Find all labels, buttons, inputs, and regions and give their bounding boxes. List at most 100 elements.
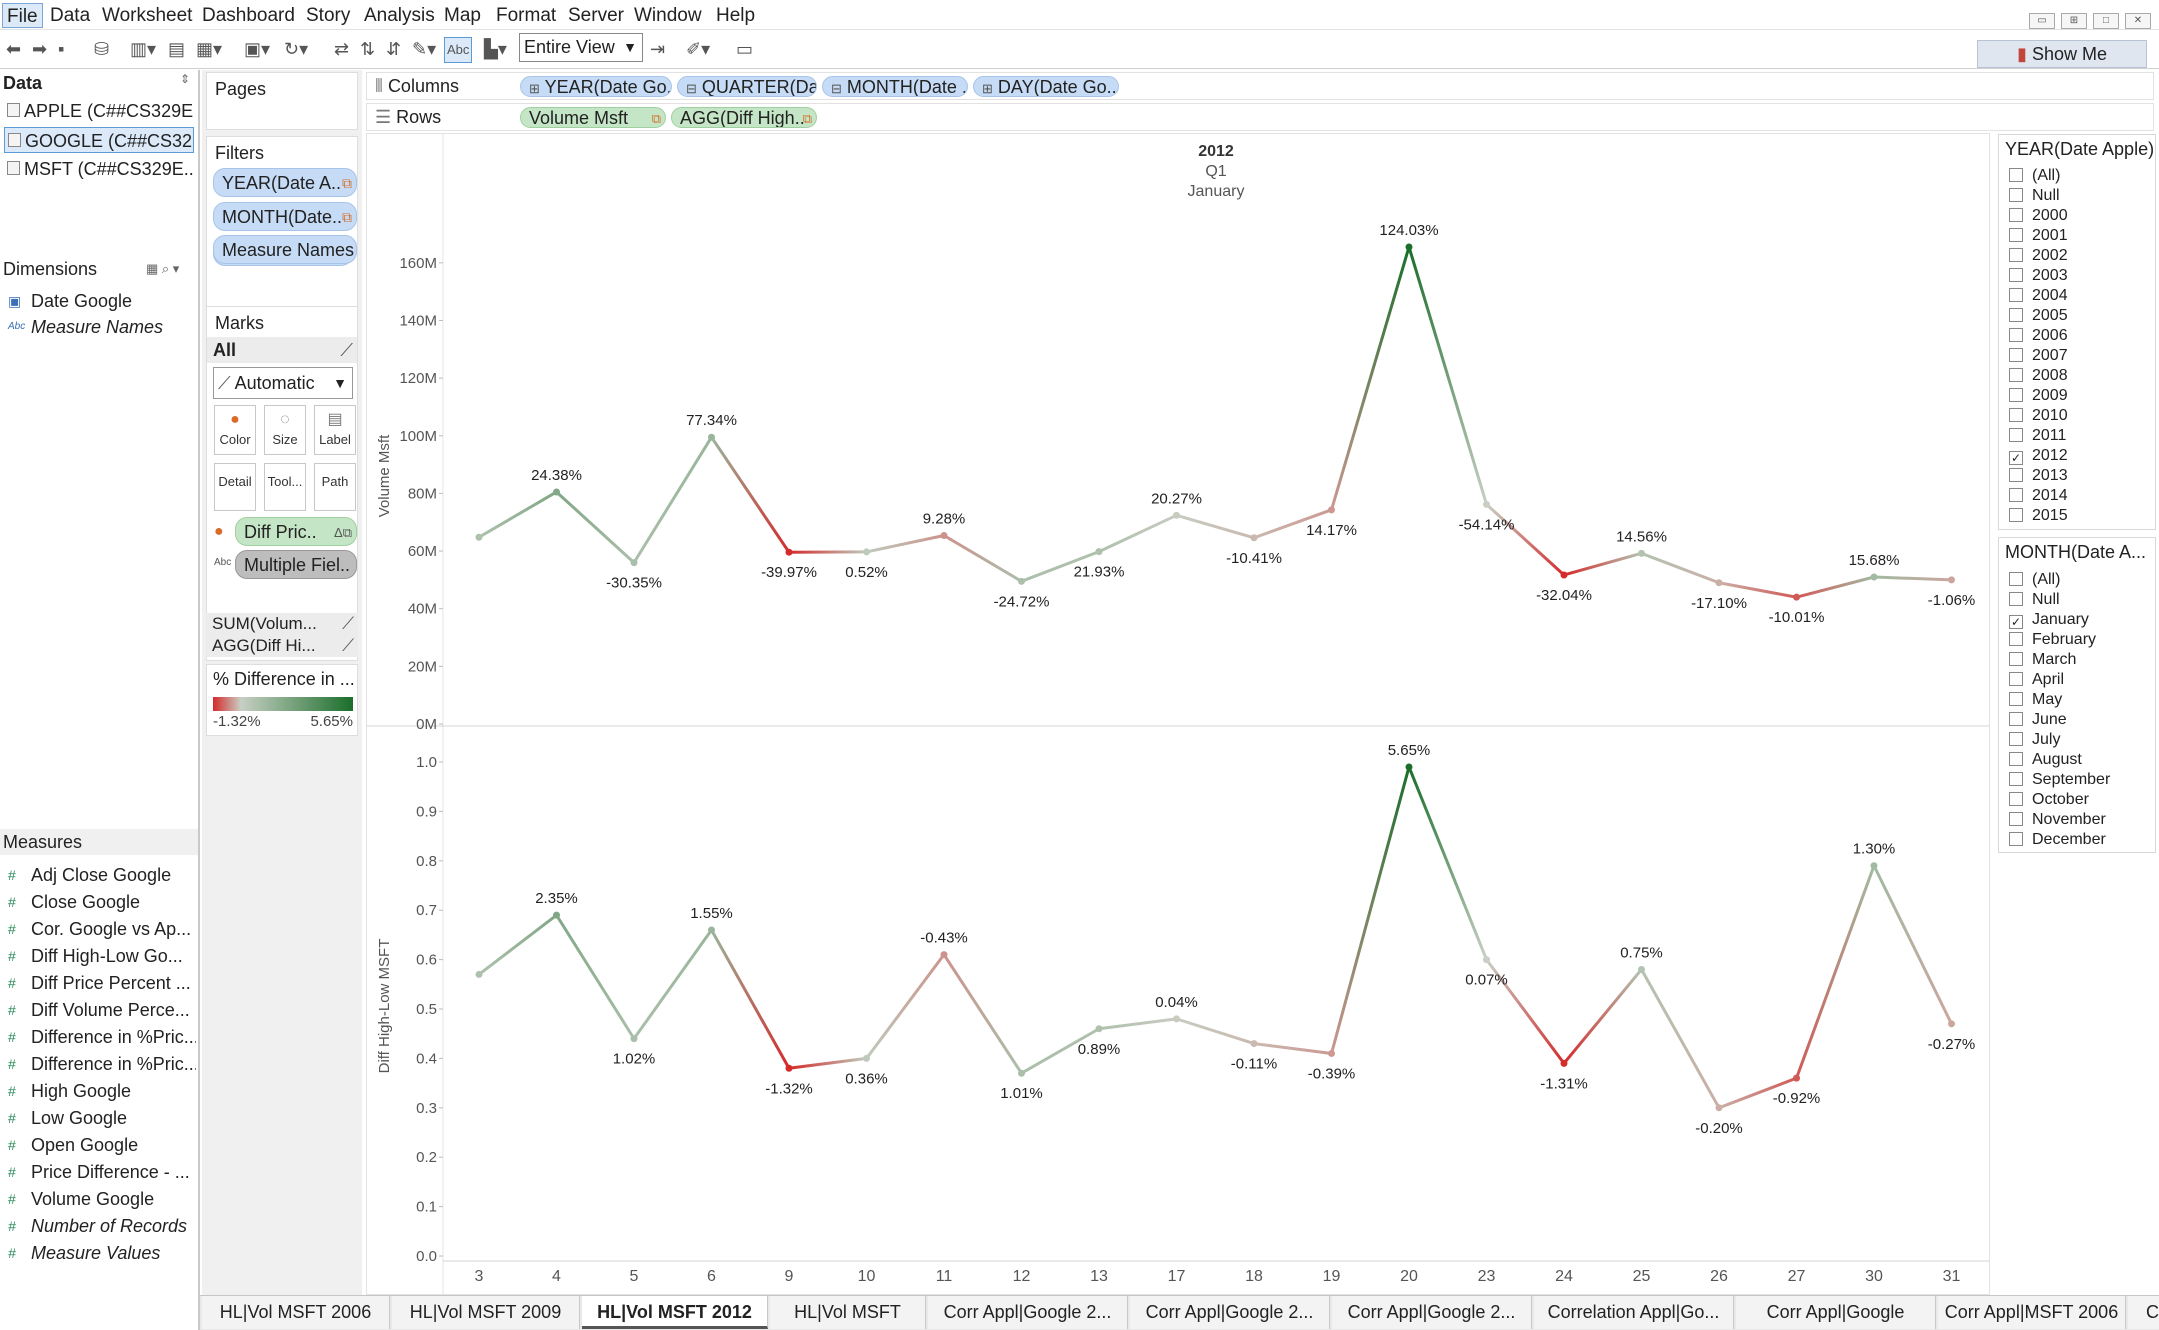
sort-asc-icon[interactable]: ⇅ [360, 37, 375, 61]
marks-tooltip-button[interactable]: Tool... [264, 463, 306, 511]
checkbox[interactable] [2009, 692, 2023, 706]
checkbox[interactable] [2009, 288, 2023, 302]
sheet-tab[interactable]: Corr Appl|Google 2... [1130, 1296, 1330, 1329]
checkbox[interactable] [2009, 732, 2023, 746]
checkbox[interactable] [2009, 308, 2023, 322]
checkbox[interactable] [2009, 488, 2023, 502]
search-icon[interactable]: ▦ ⌕ ▾ [146, 256, 179, 282]
redo-icon[interactable]: ➡ [32, 37, 47, 61]
marks-detail-button[interactable]: Detail [214, 463, 256, 511]
measure-field[interactable]: # Low Google [0, 1105, 196, 1131]
sheet-tab[interactable]: HL|Vol MSFT [770, 1296, 926, 1329]
new-sheet-icon[interactable]: ▥▾ [130, 37, 156, 61]
checkbox[interactable] [2009, 652, 2023, 666]
measure-field[interactable]: # Difference in %Pric... [0, 1024, 196, 1050]
checkbox[interactable] [2009, 208, 2023, 222]
pen-icon[interactable]: ✐▾ [686, 37, 710, 61]
checkbox[interactable] [2009, 388, 2023, 402]
menu-analysis[interactable]: Analysis [360, 3, 439, 28]
rows-shelf[interactable]: ☰ Rows Volume Msft ⧉ AGG(Diff High.. ⧉ [366, 103, 2154, 131]
datasource-apple[interactable]: APPLE (C##CS329E... [4, 98, 194, 124]
checkbox[interactable] [2009, 468, 2023, 482]
filter-option[interactable]: June [2009, 710, 2067, 730]
fix-axes-icon[interactable]: ⇥ [650, 37, 665, 61]
filter-option[interactable]: October [2009, 790, 2089, 810]
filter-option[interactable]: September [2009, 770, 2110, 790]
filter-option[interactable]: 2005 [2009, 306, 2068, 326]
checkbox[interactable] [2009, 348, 2023, 362]
clear-sheet-icon[interactable]: ▦▾ [196, 37, 222, 61]
filter-option[interactable]: February [2009, 630, 2096, 650]
checkbox[interactable] [2009, 168, 2023, 182]
dimension-measure-names[interactable]: Abc Measure Names [0, 314, 196, 340]
save-icon[interactable]: ▪ [58, 37, 64, 61]
show-me-button[interactable]: ▮ Show Me [1977, 40, 2147, 68]
duplicate-sheet-icon[interactable]: ▤ [168, 37, 185, 61]
measure-field[interactable]: # Diff Volume Perce... [0, 997, 196, 1023]
measure-field[interactable]: # Diff High-Low Go... [0, 943, 196, 969]
filter-option[interactable]: May [2009, 690, 2062, 710]
checkbox[interactable] [2009, 772, 2023, 786]
filter-option[interactable]: ✓ 2012 [2009, 446, 2068, 466]
filter-pill-month[interactable]: MONTH(Date.. ⧉ [213, 202, 357, 231]
checkbox[interactable] [2009, 368, 2023, 382]
filter-option[interactable]: 2013 [2009, 466, 2068, 486]
filter-option[interactable]: 2009 [2009, 386, 2068, 406]
checkbox[interactable] [2009, 792, 2023, 806]
column-pill-quarter[interactable]: ⊟ QUARTER(Dat.. [677, 76, 817, 97]
filter-option[interactable]: 2007 [2009, 346, 2068, 366]
marks-pill-diff-price[interactable]: Diff Pric.. Δ⧉ [235, 517, 357, 546]
checkbox[interactable] [2009, 248, 2023, 262]
measure-field[interactable]: # Number of Records [0, 1213, 196, 1239]
sheet-tab[interactable]: Corr Appl|MSFT 2006 [1938, 1296, 2126, 1329]
filter-option[interactable]: July [2009, 730, 2060, 750]
menu-worksheet[interactable]: Worksheet [98, 3, 196, 28]
column-pill-year[interactable]: ⊞ YEAR(Date Go.. [520, 76, 672, 97]
checkbox[interactable]: ✓ [2009, 451, 2023, 465]
filter-option[interactable]: 2015 [2009, 506, 2068, 526]
pane-menu-icon[interactable]: ⇕ [180, 72, 190, 86]
row-pill-volume-msft[interactable]: Volume Msft ⧉ [520, 107, 666, 128]
menu-help[interactable]: Help [712, 3, 759, 28]
close-icon[interactable]: ✕ [2125, 13, 2151, 29]
maximize-icon[interactable]: □ [2093, 13, 2119, 29]
menu-data[interactable]: Data [46, 3, 94, 28]
filter-option[interactable]: 2014 [2009, 486, 2068, 506]
filter-pill-measure-names[interactable]: Measure Names [213, 235, 357, 264]
measure-field[interactable]: # Diff Price Percent ... [0, 970, 196, 996]
sort-desc-icon[interactable]: ⇵ [386, 37, 401, 61]
marks-tab-agg-diff[interactable]: AGG(Diff Hi... ⟋ [206, 635, 358, 657]
marks-size-button[interactable]: ◌ Size [264, 405, 306, 455]
fit-view-select[interactable]: Entire View ▼ [519, 33, 643, 62]
checkbox[interactable] [2009, 572, 2023, 586]
show-labels-icon[interactable]: Abc [444, 37, 473, 63]
datasource-icon[interactable]: ⛁ [94, 37, 109, 61]
filter-option[interactable]: December [2009, 830, 2106, 850]
measure-field[interactable]: # Cor. Google vs Ap... [0, 916, 196, 942]
measure-field[interactable]: # High Google [0, 1078, 196, 1104]
filter-option[interactable]: 2010 [2009, 406, 2068, 426]
checkbox[interactable]: ✓ [2009, 615, 2023, 629]
checkbox[interactable] [2009, 812, 2023, 826]
mark-type-select[interactable]: ⟋ Automatic ▼ [213, 367, 353, 399]
checkbox[interactable] [2009, 508, 2023, 522]
sheet-tab[interactable]: HL|Vol MSFT 2012 [582, 1296, 768, 1329]
color-legend[interactable]: % Difference in ... -1.32% 5.65% [206, 664, 358, 736]
column-pill-month[interactable]: ⊟ MONTH(Date .. [822, 76, 968, 97]
sheet-tab[interactable]: HL|Vol MSFT 2009 [392, 1296, 580, 1329]
filter-option[interactable]: 2001 [2009, 226, 2068, 246]
measure-field[interactable]: # Close Google [0, 889, 196, 915]
swap-icon[interactable]: ⇄ [334, 37, 349, 61]
filter-option[interactable]: Null [2009, 590, 2060, 610]
column-pill-day[interactable]: ⊞ DAY(Date Go.. [973, 76, 1119, 97]
marks-label-button[interactable]: ▤ Label [314, 405, 356, 455]
pages-shelf[interactable]: Pages [206, 72, 358, 130]
sheet-tab[interactable]: Co [2128, 1296, 2159, 1329]
filter-option[interactable]: Null [2009, 186, 2060, 206]
filter-option[interactable]: 2011 [2009, 426, 2066, 446]
checkbox[interactable] [2009, 752, 2023, 766]
sheet-tab[interactable]: Corr Appl|Google 2... [1332, 1296, 1532, 1329]
paste-icon[interactable]: ▣▾ [244, 37, 270, 61]
measure-field[interactable]: # Adj Close Google [0, 862, 196, 888]
menu-server[interactable]: Server [564, 3, 628, 28]
